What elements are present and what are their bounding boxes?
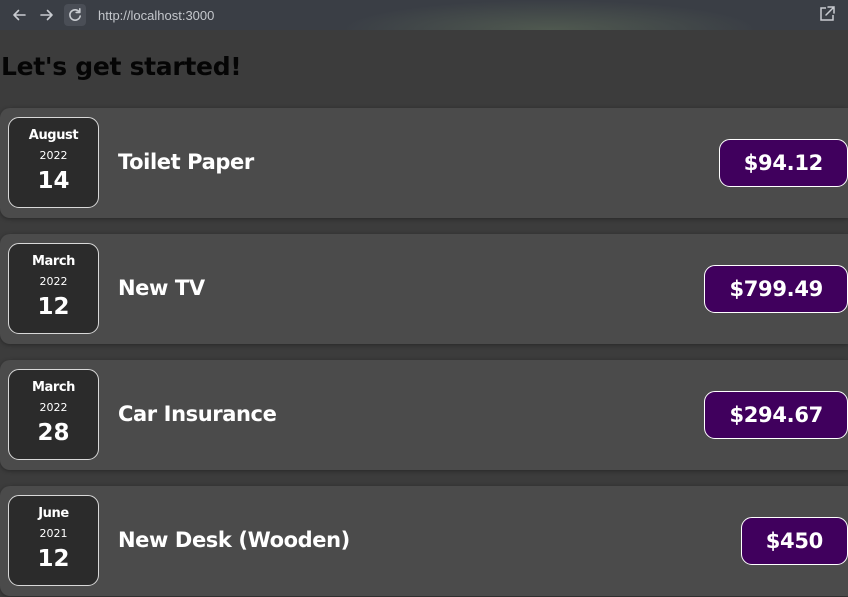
open-external-icon[interactable] [818,5,836,23]
expense-date: March 2022 12 [8,243,99,334]
back-arrow-icon[interactable] [8,4,30,26]
expense-date: March 2022 28 [8,369,99,460]
expense-title: New TV [118,276,205,300]
expense-item[interactable]: June 2021 12 New Desk (Wooden) $450 [0,486,848,596]
expense-date-year: 2022 [39,275,68,288]
expense-date-day: 28 [37,420,70,446]
expense-date-month: June [38,506,69,521]
expense-title: New Desk (Wooden) [118,528,350,552]
expense-date-year: 2021 [39,527,68,540]
expense-date-year: 2022 [39,401,68,414]
expense-item[interactable]: March 2022 28 Car Insurance $294.67 [0,360,848,470]
toolbar-glow [340,0,760,30]
expense-date: August 2022 14 [8,117,99,208]
app-page: Let's get started! August 2022 14 Toilet… [0,30,848,597]
expense-item[interactable]: March 2022 12 New TV $799.49 [0,234,848,344]
expense-date: June 2021 12 [8,495,99,586]
expense-date-day: 12 [37,294,70,320]
expense-date-month: August [28,128,79,143]
expense-date-year: 2022 [39,149,68,162]
expense-price: $94.12 [718,139,848,187]
expense-price: $799.49 [704,265,848,313]
browser-toolbar: http://localhost:3000 [0,0,848,30]
reload-icon[interactable] [64,4,86,26]
expense-date-month: March [31,254,76,269]
forward-arrow-icon[interactable] [36,4,58,26]
address-bar-url[interactable]: http://localhost:3000 [98,8,214,23]
expense-title: Toilet Paper [118,150,254,174]
expense-date-month: March [31,380,76,395]
expense-price: $450 [740,517,848,565]
page-title: Let's get started! [1,52,242,81]
expense-date-day: 12 [37,546,70,572]
expense-date-day: 14 [37,168,70,194]
expense-price: $294.67 [704,391,848,439]
expense-item[interactable]: August 2022 14 Toilet Paper $94.12 [0,108,848,218]
expense-title: Car Insurance [118,402,277,426]
